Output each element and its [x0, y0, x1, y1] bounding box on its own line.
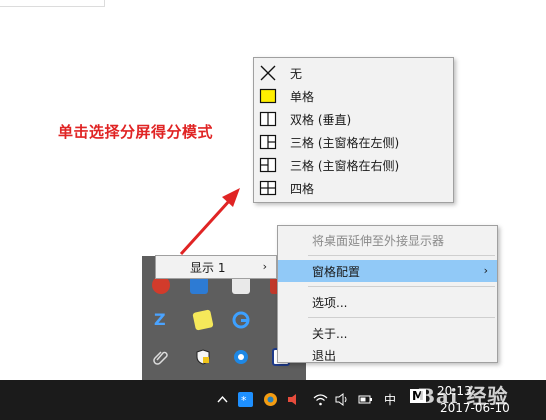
- layout-item-single[interactable]: 单格: [254, 84, 453, 107]
- layout-item-three-right[interactable]: 三格 (主窗格在右侧): [254, 153, 453, 176]
- layout-item-label: 无: [290, 67, 303, 81]
- pane-config-label: 窗格配置: [312, 264, 361, 279]
- menu-separator: [308, 255, 495, 256]
- display-menu-label: 显示 1: [190, 260, 226, 275]
- colorful-app-icon[interactable]: [263, 392, 278, 407]
- battery-icon[interactable]: [358, 392, 373, 407]
- annotation-label: 单击选择分屏得分模式: [58, 123, 214, 141]
- z-app-tray-icon[interactable]: Z: [152, 310, 170, 328]
- menu-separator: [308, 286, 495, 287]
- layout-item-label: 三格 (主窗格在右侧): [290, 159, 400, 173]
- about-menu-item[interactable]: 关于...: [278, 322, 497, 344]
- taskbar: * 中 M Bai 经验 20:13 2017-06-10: [0, 380, 546, 420]
- ime-indicator[interactable]: 中: [384, 391, 396, 408]
- chevron-right-icon: ›: [262, 260, 267, 273]
- tray-context-menu: 将桌面延伸至外接显示器 窗格配置 › 选项... 关于... 退出: [277, 225, 498, 363]
- layout-item-label: 三格 (主窗格在左侧): [290, 136, 400, 150]
- clock-time[interactable]: 20:13: [437, 384, 472, 398]
- clock-date[interactable]: 2017-06-10: [440, 401, 510, 415]
- single-pane-icon: [259, 88, 277, 103]
- window-edge-line-vertical: [104, 0, 105, 7]
- extend-display-menu-item: 将桌面延伸至外接显示器: [312, 233, 445, 248]
- chevron-right-icon: ›: [483, 264, 488, 277]
- browser-tray-icon[interactable]: [232, 348, 250, 366]
- exit-menu-item[interactable]: 退出: [278, 344, 497, 366]
- star-app-icon[interactable]: *: [238, 392, 253, 407]
- g-app-tray-icon[interactable]: [232, 311, 250, 329]
- paperclip-tray-icon[interactable]: [152, 348, 170, 366]
- two-pane-vertical-icon: [259, 111, 277, 126]
- layout-item-label: 双格 (垂直): [290, 113, 352, 127]
- display-menu-item[interactable]: 显示 1 ›: [155, 255, 277, 279]
- chevron-up-icon[interactable]: [215, 392, 230, 407]
- layout-item-label: 单格: [290, 90, 315, 104]
- svg-text:*: *: [241, 394, 247, 407]
- volume-icon[interactable]: [335, 392, 350, 407]
- cross-icon: [260, 65, 276, 80]
- layout-item-label: 四格: [290, 182, 315, 196]
- wifi-icon[interactable]: [313, 392, 328, 407]
- four-pane-icon: [259, 180, 277, 195]
- three-pane-right-icon: [259, 157, 277, 172]
- window-edge-line: [0, 6, 104, 7]
- svg-text:Z: Z: [154, 310, 166, 328]
- layout-item-two-vertical[interactable]: 双格 (垂直): [254, 107, 453, 130]
- pane-config-menu-item[interactable]: 窗格配置 ›: [278, 260, 497, 282]
- menu-separator: [308, 317, 495, 318]
- shield-tray-icon[interactable]: [194, 348, 212, 366]
- layout-item-three-left[interactable]: 三格 (主窗格在左侧): [254, 130, 453, 153]
- speaker-red-icon[interactable]: [286, 392, 301, 407]
- layout-submenu: 无 单格 双格 (垂直) 三格 (主窗格在左侧) 三格 (主窗格在右侧) 四格: [253, 57, 454, 203]
- layout-item-none[interactable]: 无: [254, 61, 453, 84]
- note-app-tray-icon[interactable]: [192, 309, 214, 331]
- three-pane-left-icon: [259, 134, 277, 149]
- layout-item-four[interactable]: 四格: [254, 176, 453, 199]
- options-menu-item[interactable]: 选项...: [278, 291, 497, 313]
